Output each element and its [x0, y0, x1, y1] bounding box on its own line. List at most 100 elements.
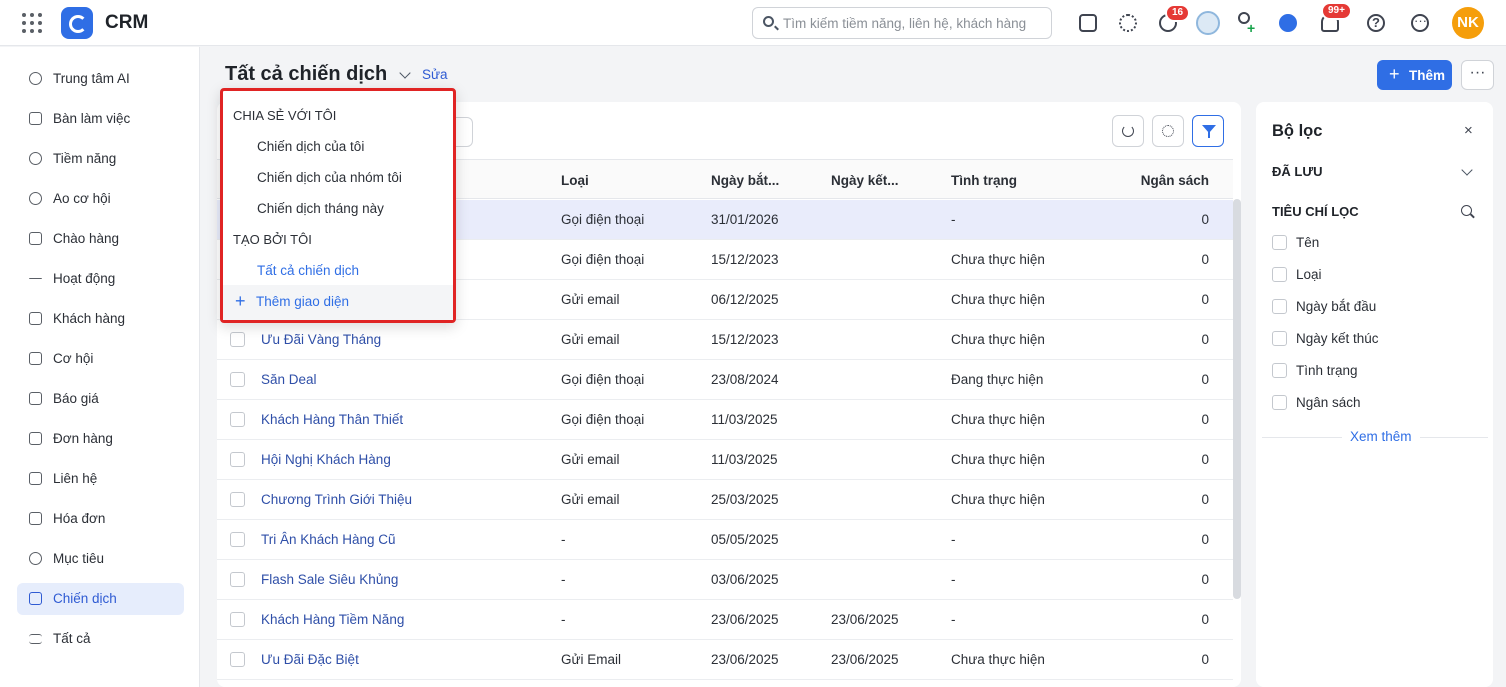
sidebar-item-opportunities[interactable]: Cơ hội — [17, 343, 184, 375]
more-options-icon[interactable]: ··· — [1408, 11, 1432, 35]
table-row[interactable]: Chương Trình Giới Thiệu Gửi email 25/03/… — [217, 480, 1233, 520]
row-checkbox[interactable] — [230, 412, 245, 427]
column-header-start-date[interactable]: Ngày bắt... — [711, 173, 779, 188]
saved-filters-heading[interactable]: ĐÃ LƯU — [1272, 164, 1323, 179]
page-title[interactable]: Tất cả chiến dịch — [225, 63, 387, 86]
add-view-button[interactable]: + Thêm giao diện — [223, 285, 453, 320]
cube-search-icon[interactable] — [1076, 11, 1100, 35]
view-option-all-campaigns[interactable]: Tất cả chiến dịch — [257, 263, 359, 278]
sidebar-item-contacts[interactable]: Liên hệ — [17, 463, 184, 495]
view-option-team-campaigns[interactable]: Chiến dịch của nhóm tôi — [257, 170, 402, 185]
chevron-down-icon[interactable] — [1461, 164, 1473, 176]
column-header-type[interactable]: Loại — [561, 173, 589, 188]
view-dropdown: CHIA SẺ VỚI TÔI Chiến dịch của tôi Chiến… — [220, 88, 456, 323]
sidebar-item-offers[interactable]: Chào hàng — [17, 223, 184, 255]
row-checkbox[interactable] — [230, 332, 245, 347]
sidebar-item-quotes[interactable]: Báo giá — [17, 383, 184, 415]
sidebar-item-orders[interactable]: Đơn hàng — [17, 423, 184, 455]
campaign-start-date: 23/08/2024 — [711, 372, 779, 387]
assistant-avatar[interactable] — [1196, 11, 1220, 35]
table-settings-button[interactable] — [1152, 115, 1184, 147]
filter-checkbox[interactable] — [1272, 267, 1287, 282]
sidebar-item-goals[interactable]: Mục tiêu — [17, 543, 184, 575]
add-user-icon[interactable]: + — [1233, 11, 1257, 36]
campaign-budget: 0 — [1201, 652, 1209, 667]
settings-gear-icon[interactable] — [1116, 11, 1140, 35]
edit-view-link[interactable]: Sửa — [422, 67, 448, 82]
table-row[interactable]: Tri Ân Khách Hàng Cũ - 05/05/2025 - 0 — [217, 520, 1233, 560]
sidebar-item-activities[interactable]: Hoạt động — [17, 263, 184, 295]
filter-checkbox[interactable] — [1272, 299, 1287, 314]
more-actions-button[interactable]: ··· — [1461, 60, 1494, 90]
table-row[interactable]: Khách Hàng Thân Thiết Gọi điện thoại 11/… — [217, 400, 1233, 440]
row-checkbox[interactable] — [230, 452, 245, 467]
table-row[interactable]: Săn Deal Gọi điện thoại 23/08/2024 Đang … — [217, 360, 1233, 400]
campaign-name-link[interactable]: Ưu Đãi Đặc Biệt — [261, 652, 359, 667]
notification-badge: 99+ — [1321, 2, 1352, 20]
crm-logo-icon[interactable] — [61, 7, 93, 39]
help-icon[interactable]: ? — [1364, 11, 1388, 35]
user-avatar[interactable]: NK — [1452, 7, 1484, 39]
row-checkbox[interactable] — [230, 492, 245, 507]
campaign-name-link[interactable]: Tri Ân Khách Hàng Cũ — [261, 532, 396, 547]
row-checkbox[interactable] — [230, 612, 245, 627]
table-scrollbar[interactable] — [1233, 199, 1241, 599]
app-launcher-icon[interactable] — [22, 13, 42, 33]
sidebar-item-leads[interactable]: Tiềm năng — [17, 143, 184, 175]
close-icon[interactable]: × — [1464, 122, 1473, 139]
refresh-button[interactable] — [1112, 115, 1144, 147]
campaign-budget: 0 — [1201, 532, 1209, 547]
column-header-budget[interactable]: Ngân sách — [1141, 173, 1209, 188]
filter-checkbox[interactable] — [1272, 363, 1287, 378]
campaign-name-link[interactable]: Khách Hàng Thân Thiết — [261, 412, 403, 427]
dropdown-section-created: TẠO BỞI TÔI — [233, 232, 312, 247]
chevron-down-icon[interactable] — [399, 67, 411, 79]
timer-icon[interactable]: 16 — [1156, 4, 1191, 35]
sidebar-item-customers[interactable]: Khách hàng — [17, 303, 184, 335]
table-row[interactable]: Flash Sale Siêu Khủng - 03/06/2025 - 0 — [217, 560, 1233, 600]
invoice-icon — [29, 512, 42, 525]
global-search[interactable] — [752, 7, 1052, 39]
contact-icon — [29, 472, 42, 485]
chat-icon[interactable] — [1276, 11, 1300, 35]
notification-bell-icon[interactable]: 99+ — [1318, 2, 1352, 35]
campaign-name-link[interactable]: Chương Trình Giới Thiệu — [261, 492, 412, 507]
add-campaign-button[interactable]: + Thêm — [1377, 60, 1452, 90]
row-checkbox[interactable] — [230, 652, 245, 667]
row-checkbox[interactable] — [230, 372, 245, 387]
campaign-name-link[interactable]: Flash Sale Siêu Khủng — [261, 572, 398, 587]
sidebar-item-all[interactable]: Tất cả — [17, 623, 184, 655]
table-row[interactable]: Ưu Đãi Vàng Tháng Gửi email 15/12/2023 C… — [217, 320, 1233, 360]
search-icon[interactable] — [1461, 205, 1472, 216]
sidebar-item-campaigns[interactable]: Chiến dịch — [17, 583, 184, 615]
campaign-type: Gửi email — [561, 452, 620, 467]
table-row[interactable]: Ưu Đãi Đặc Biệt Gửi Email 23/06/2025 23/… — [217, 640, 1233, 680]
campaign-name-link[interactable]: Săn Deal — [261, 372, 317, 387]
sidebar-item-invoices[interactable]: Hóa đơn — [17, 503, 184, 535]
column-header-end-date[interactable]: Ngày kết... — [831, 173, 899, 188]
building-icon — [29, 312, 42, 325]
column-header-status[interactable]: Tình trạng — [951, 173, 1017, 188]
view-option-this-month[interactable]: Chiến dịch tháng này — [257, 201, 384, 216]
row-checkbox[interactable] — [230, 572, 245, 587]
filter-checkbox[interactable] — [1272, 395, 1287, 410]
sidebar-item-opportunity-pool[interactable]: Ao cơ hội — [17, 183, 184, 215]
campaign-type: Gửi email — [561, 292, 620, 307]
filter-button[interactable] — [1192, 115, 1224, 147]
search-input[interactable] — [783, 14, 1045, 32]
row-checkbox[interactable] — [230, 532, 245, 547]
show-more-filters[interactable]: Xem thêm — [1262, 429, 1488, 445]
plus-icon: + — [1389, 64, 1400, 84]
campaign-name-link[interactable]: Ưu Đãi Vàng Tháng — [261, 332, 381, 347]
sidebar-item-desk[interactable]: Bàn làm việc — [17, 103, 184, 135]
campaign-budget: 0 — [1201, 452, 1209, 467]
filter-checkbox[interactable] — [1272, 235, 1287, 250]
table-row[interactable]: Khách Hàng Tiềm Năng - 23/06/2025 23/06/… — [217, 600, 1233, 640]
campaign-status: - — [951, 212, 956, 227]
filter-checkbox[interactable] — [1272, 331, 1287, 346]
campaign-name-link[interactable]: Khách Hàng Tiềm Năng — [261, 612, 404, 627]
campaign-name-link[interactable]: Hội Nghị Khách Hàng — [261, 452, 391, 467]
table-row[interactable]: Hội Nghị Khách Hàng Gửi email 11/03/2025… — [217, 440, 1233, 480]
view-option-my-campaigns[interactable]: Chiến dịch của tôi — [257, 139, 364, 154]
sidebar-item-ai-center[interactable]: Trung tâm AI — [17, 63, 184, 95]
